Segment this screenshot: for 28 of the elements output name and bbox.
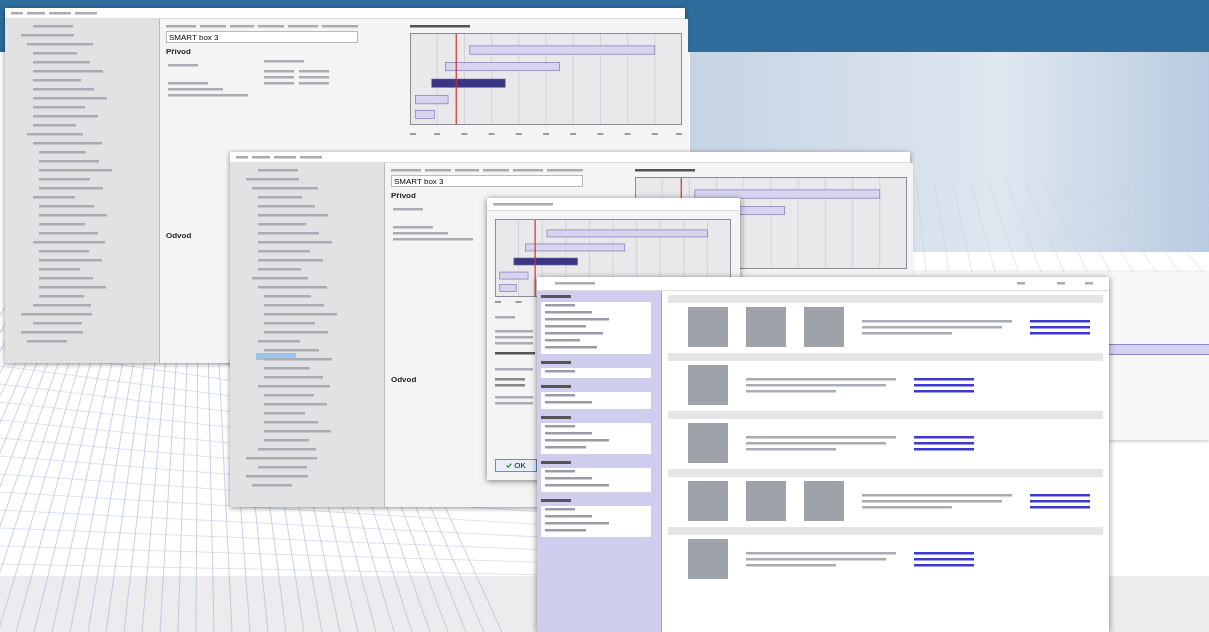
value-grid-drawing — [264, 60, 329, 87]
chart-bar — [499, 284, 517, 292]
photo-placeholder — [688, 423, 728, 463]
chart-bar — [513, 257, 578, 266]
photo-placeholder — [804, 307, 844, 347]
link-list-drawing[interactable] — [1030, 319, 1090, 335]
photo-placeholder — [746, 307, 786, 347]
chart-bar — [499, 271, 529, 280]
photo-placeholder — [804, 481, 844, 521]
chart-bar — [415, 95, 449, 105]
link-list-drawing[interactable] — [914, 435, 974, 451]
link-list-drawing[interactable] — [1030, 493, 1090, 509]
photo-placeholder — [746, 481, 786, 521]
ok-button[interactable]: OK — [495, 459, 537, 472]
chart-bar — [415, 110, 435, 119]
link-list-drawing[interactable] — [914, 551, 974, 567]
unit-name-field[interactable]: SMART box 3 — [391, 175, 583, 187]
photo-placeholder — [688, 481, 728, 521]
check-icon — [506, 463, 513, 468]
section-heading: Přívod — [166, 47, 191, 56]
photo-placeholder — [688, 307, 728, 347]
unit-name-field[interactable]: SMART box 3 — [166, 31, 358, 43]
section-heading: Přívod — [391, 191, 416, 200]
photo-placeholder — [688, 365, 728, 405]
link-list-drawing[interactable] — [914, 377, 974, 393]
section-heading: Odvod — [391, 375, 417, 384]
section-heading: Odvod — [166, 231, 192, 240]
photo-placeholder — [688, 539, 728, 579]
